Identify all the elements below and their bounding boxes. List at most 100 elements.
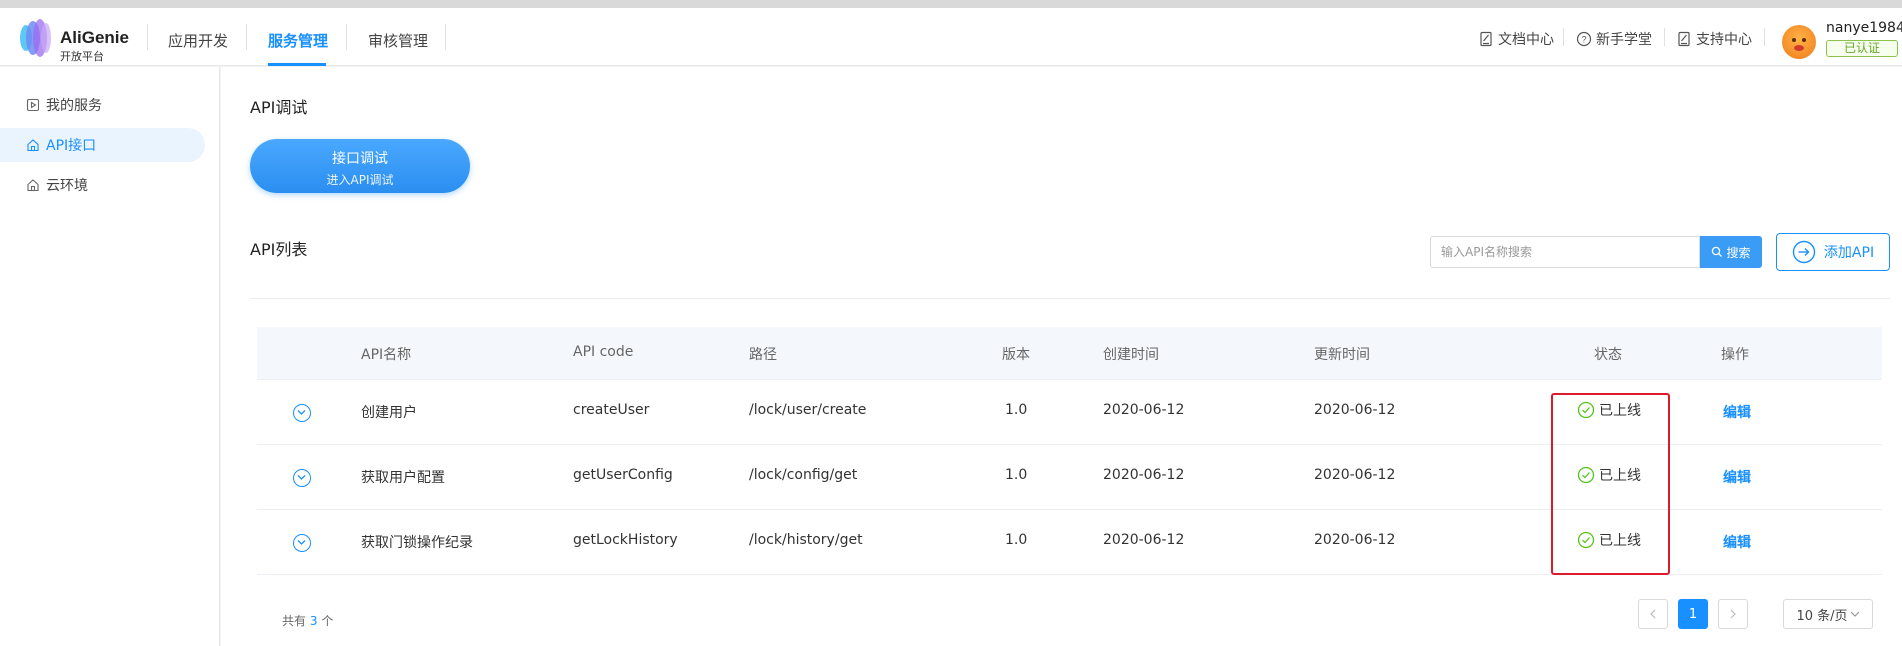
add-api-button[interactable]: 添加API (1776, 233, 1890, 271)
nav-app-dev[interactable]: 应用开发 (168, 30, 228, 51)
link-support-center[interactable]: 支持中心 (1676, 29, 1752, 49)
sidebar-item-label: 我的服务 (46, 98, 102, 114)
home-icon (27, 139, 39, 152)
edit-link[interactable]: 编辑 (1723, 467, 1751, 487)
svg-text:?: ? (1581, 35, 1586, 45)
expand-row-chevron-icon[interactable] (293, 404, 311, 422)
column-header: 版本 (1002, 347, 1030, 363)
api-table: API名称 API code 路径 版本 创建时间 更新时间 状态 操作 创建用… (257, 327, 1882, 646)
nav-active-underline (268, 63, 326, 66)
add-button-label: 添加API (1823, 245, 1875, 261)
page-number-button[interactable]: 1 (1678, 599, 1708, 629)
sidebar-item-api[interactable]: API接口 (0, 128, 205, 162)
page-size-label: 10 条/页 (1796, 608, 1848, 624)
total-number: 3 (309, 614, 318, 628)
cell-created: 2020-06-12 (1103, 402, 1185, 418)
cell-version: 1.0 (1005, 532, 1028, 548)
expand-row-chevron-icon[interactable] (293, 469, 311, 487)
sidebar-item-label: 云环境 (46, 178, 88, 194)
cell-path: /lock/config/get (749, 467, 858, 483)
arrow-circle-right-icon (1792, 240, 1816, 264)
cell-api-code: getLockHistory (573, 532, 678, 548)
chevron-left-icon (1650, 609, 1656, 619)
link-label: 支持中心 (1696, 32, 1752, 48)
brand-subtitle: 开放平台 (60, 50, 104, 63)
nav-review-manage[interactable]: 审核管理 (368, 30, 428, 51)
top-header: AliGenie 开放平台 应用开发 服务管理 审核管理 文档中心 ? 新手学堂… (0, 8, 1902, 66)
cell-api-code: createUser (573, 402, 650, 418)
sidebar-item-label: API接口 (46, 138, 97, 154)
search-icon (1712, 246, 1723, 257)
cell-created: 2020-06-12 (1103, 467, 1185, 483)
play-square-icon (26, 98, 40, 112)
cell-path: /lock/user/create (749, 402, 867, 418)
prev-page-button[interactable] (1638, 599, 1668, 629)
cell-api-name: 创建用户 (361, 405, 417, 421)
header-divider (246, 24, 247, 50)
document-icon (1480, 31, 1492, 47)
edit-link[interactable]: 编辑 (1723, 532, 1751, 552)
edit-link[interactable]: 编辑 (1723, 402, 1751, 422)
cell-updated: 2020-06-12 (1314, 532, 1396, 548)
link-docs-center[interactable]: 文档中心 (1478, 29, 1554, 49)
header-divider (346, 24, 347, 50)
search-input[interactable]: 输入API名称搜索 (1430, 236, 1700, 268)
status-badge: 已认证 (1826, 40, 1898, 57)
username[interactable]: nanye1984 (1826, 20, 1902, 36)
section-title-list: API列表 (250, 240, 308, 259)
api-debug-button[interactable]: 接口调试 进入API调试 (250, 139, 470, 193)
debug-button-sublabel: 进入API调试 (326, 173, 394, 187)
divider (250, 298, 1890, 299)
help-circle-icon: ? (1576, 31, 1592, 47)
header-divider (1764, 28, 1765, 46)
avatar[interactable] (1782, 25, 1816, 59)
home-icon (27, 179, 39, 192)
column-header: 路径 (749, 347, 777, 363)
avatar-face-icon (1792, 38, 1806, 51)
header-divider (445, 24, 446, 50)
brand-logo[interactable]: AliGenie 开放平台 (18, 16, 138, 63)
table-header: API名称 API code 路径 版本 创建时间 更新时间 状态 操作 (257, 327, 1882, 380)
aligenie-logo-icon (20, 19, 51, 57)
header-divider (1664, 28, 1665, 46)
window-top-strip (0, 0, 1902, 8)
total-suffix: 个 (321, 614, 334, 628)
search-button-label: 搜索 (1726, 245, 1751, 260)
status-highlight-box (1551, 393, 1670, 575)
header-divider (147, 24, 148, 50)
nav-service-manage[interactable]: 服务管理 (268, 30, 328, 51)
header-divider (1563, 28, 1564, 46)
debug-button-label: 接口调试 (332, 151, 388, 167)
link-beginner-school[interactable]: ? 新手学堂 (1576, 29, 1652, 49)
link-label: 文档中心 (1498, 32, 1554, 48)
support-icon (1678, 31, 1690, 47)
sidebar: 我的服务 API接口 云环境 (0, 67, 220, 646)
section-title-debug: API调试 (250, 98, 308, 117)
total-count: 共有 3 个 (282, 612, 333, 629)
cell-api-name: 获取门锁操作纪录 (361, 535, 473, 551)
expand-row-chevron-icon[interactable] (293, 534, 311, 552)
column-header: 操作 (1721, 347, 1749, 363)
cell-version: 1.0 (1005, 467, 1028, 483)
next-page-button[interactable] (1718, 599, 1748, 629)
cell-api-code: getUserConfig (573, 467, 673, 483)
column-header: API名称 (361, 347, 412, 363)
column-header: 状态 (1594, 347, 1622, 363)
sidebar-item-cloud-env[interactable]: 云环境 (0, 168, 205, 202)
column-header: 创建时间 (1103, 347, 1159, 363)
search-button[interactable]: 搜索 (1700, 236, 1762, 268)
cell-path: /lock/history/get (749, 532, 863, 548)
column-header: 更新时间 (1314, 347, 1370, 363)
cell-created: 2020-06-12 (1103, 532, 1185, 548)
chevron-right-icon (1730, 609, 1736, 619)
brand-title: AliGenie (60, 28, 129, 47)
cell-updated: 2020-06-12 (1314, 467, 1396, 483)
main-content: API调试 接口调试 进入API调试 API列表 输入API名称搜索 搜索 添加… (221, 67, 1902, 646)
link-label: 新手学堂 (1596, 32, 1652, 48)
cell-updated: 2020-06-12 (1314, 402, 1396, 418)
page-size-select[interactable]: 10 条/页 (1783, 599, 1873, 629)
sidebar-item-my-services[interactable]: 我的服务 (0, 88, 205, 122)
column-header: API code (573, 344, 634, 360)
cell-api-name: 获取用户配置 (361, 470, 445, 486)
chevron-down-icon (1850, 611, 1859, 617)
